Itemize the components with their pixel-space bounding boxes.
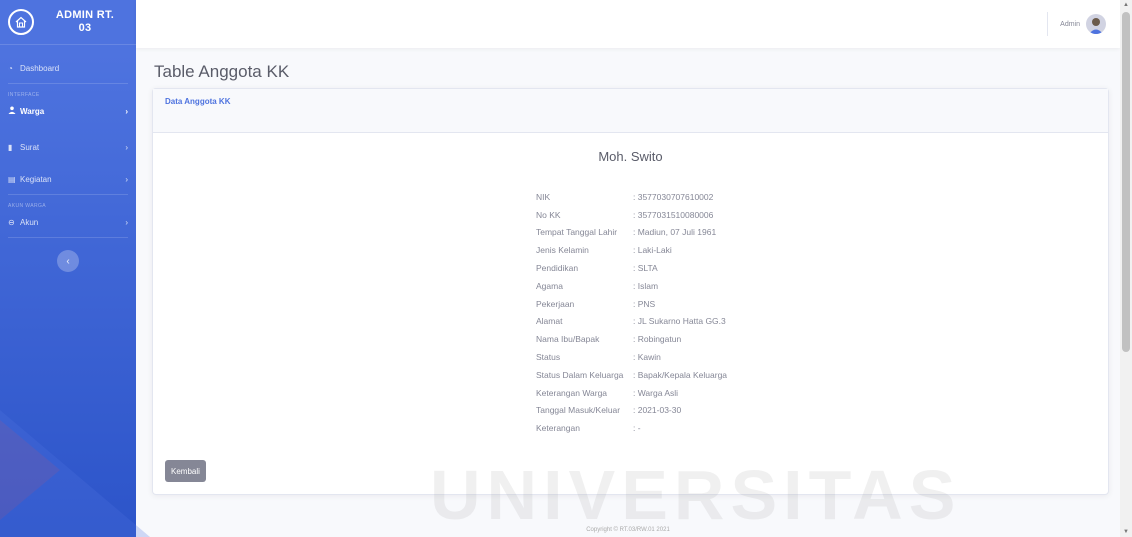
user-name: Admin — [1060, 20, 1080, 28]
detail-value: : Warga Asli — [633, 387, 679, 398]
page-scrollbar[interactable]: ▲ ▼ — [1120, 0, 1132, 537]
detail-row: Status : Kawin — [536, 348, 727, 366]
document-icon: ▮ — [8, 142, 13, 152]
detail-label: No KK — [536, 209, 561, 220]
detail-label: Tanggal Masuk/Keluar — [536, 405, 621, 416]
back-button[interactable]: Kembali — [165, 460, 206, 482]
card-header: Data Anggota KK — [153, 89, 1108, 133]
watermark-text: UNIVERSITAS — [430, 456, 962, 534]
detail-label: Keterangan Warga — [536, 387, 608, 398]
detail-label: Nama Ibu/Bapak — [536, 334, 600, 345]
detail-label: Jenis Kelamin — [536, 245, 589, 256]
detail-label: Tempat Tanggal Lahir — [536, 227, 618, 238]
detail-value: : Laki-Laki — [633, 245, 672, 256]
detail-row: Tempat Tanggal Lahir : Madiun, 07 Juli 19… — [536, 224, 727, 242]
detail-value: : Robingatun — [633, 334, 682, 345]
sidebar-item-surat[interactable]: ▮ Surat › — [0, 136, 136, 158]
detail-value: : 3577031510080006 — [633, 209, 714, 220]
sidebar-item-dashboard[interactable]: ◔ Dashboard — [0, 57, 136, 79]
detail-row: Agama : Islam — [536, 277, 727, 295]
calendar-icon: ▤ — [8, 174, 16, 184]
brand-title: ADMIN RT. 03 — [34, 9, 136, 35]
user-icon — [8, 106, 20, 116]
detail-value: : PNS — [633, 298, 656, 309]
detail-row: Pekerjaan : PNS — [536, 295, 727, 313]
detail-label: Pekerjaan — [536, 298, 575, 309]
page-title: Table Anggota KK — [154, 62, 290, 81]
detail-value: : SLTA — [633, 263, 658, 274]
brand-line-2: 03 — [78, 22, 92, 34]
detail-card: Data Anggota KK Moh. Swito NIK : 35770307… — [152, 88, 1109, 495]
chevron-right-icon: › — [125, 174, 128, 184]
dashboard-icon: ◔ — [8, 63, 13, 73]
detail-row: Nama Ibu/Bapak : Robingatun — [536, 330, 727, 348]
detail-value: : Bapak/Kepala Keluarga — [633, 369, 728, 380]
sidebar-heading-akun: AKUN WARGA — [8, 203, 46, 209]
detail-row: Pendidikan : SLTA — [536, 259, 727, 277]
scroll-up-arrow-icon[interactable]: ▲ — [1123, 2, 1129, 8]
sidebar-toggle-button[interactable]: ‹ — [57, 250, 79, 272]
detail-label: Keterangan — [536, 423, 580, 434]
detail-value: : Islam — [633, 280, 659, 291]
person-name: Moh. Swito — [598, 149, 663, 164]
watermark-logo — [0, 410, 150, 537]
chevron-right-icon: › — [125, 142, 128, 152]
sidebar-brand[interactable]: ADMIN RT. 03 — [0, 0, 136, 45]
sidebar-divider — [8, 83, 128, 84]
sidebar-item-label: Akun — [20, 217, 39, 227]
sidebar-item-kegiatan[interactable]: ▤ Kegiatan › — [0, 168, 136, 190]
detail-label: NIK — [536, 191, 551, 202]
detail-label: Status — [536, 352, 561, 363]
detail-value: : - — [633, 423, 641, 434]
chevron-right-icon: › — [125, 217, 128, 227]
topbar: Admin — [136, 0, 1120, 48]
detail-row: Jenis Kelamin : Laki-Laki — [536, 241, 727, 259]
sidebar-heading-interface: INTERFACE — [8, 92, 40, 98]
detail-row: Tanggal Masuk/Keluar : 2021-03-30 — [536, 402, 727, 420]
sidebar-item-warga[interactable]: Warga › — [0, 100, 136, 122]
sidebar-item-label: Dashboard — [20, 63, 60, 73]
detail-value: : 2021-03-30 — [633, 405, 682, 416]
sidebar-divider — [8, 237, 128, 238]
detail-label: Status Dalam Keluarga — [536, 369, 624, 380]
sidebar-divider — [8, 194, 128, 195]
detail-row: Keterangan : - — [536, 419, 727, 437]
account-icon: ⊖ — [8, 217, 15, 227]
avatar — [1086, 14, 1106, 34]
detail-value: : 3577030707610002 — [633, 191, 714, 202]
sidebar-item-label: Warga — [20, 106, 45, 116]
detail-label: Agama — [536, 280, 563, 291]
sidebar-item-akun[interactable]: ⊖ Akun › — [0, 211, 136, 233]
chevron-left-icon: ‹ — [66, 255, 70, 267]
scroll-thumb[interactable] — [1122, 12, 1130, 352]
user-menu[interactable]: Admin — [1047, 12, 1106, 36]
chevron-right-icon: › — [125, 106, 128, 116]
detail-list: NIK : 3577030707610002 No KK : 357703151008… — [536, 188, 727, 437]
detail-value: : Madiun, 07 Juli 1961 — [633, 227, 717, 238]
house-icon — [8, 9, 34, 35]
brand-line-1: ADMIN RT. — [55, 9, 115, 21]
detail-label: Pendidikan — [536, 263, 579, 274]
sidebar-item-label: Kegiatan — [20, 174, 52, 184]
detail-value: : Kawin — [633, 352, 661, 363]
detail-row: Keterangan Warga : Warga Asli — [536, 384, 727, 402]
detail-row: No KK : 3577031510080006 — [536, 206, 727, 224]
scroll-down-arrow-icon[interactable]: ▼ — [1123, 529, 1129, 535]
detail-row: Alamat : JL Sukarno Hatta GG.3 — [536, 313, 727, 331]
detail-row: Status Dalam Keluarga : Bapak/Kepala Kelu… — [536, 366, 727, 384]
detail-row: NIK : 3577030707610002 — [536, 188, 727, 206]
detail-value: : JL Sukarno Hatta GG.3 — [633, 316, 726, 327]
sidebar-item-label: Surat — [20, 142, 40, 152]
detail-label: Alamat — [536, 316, 563, 327]
